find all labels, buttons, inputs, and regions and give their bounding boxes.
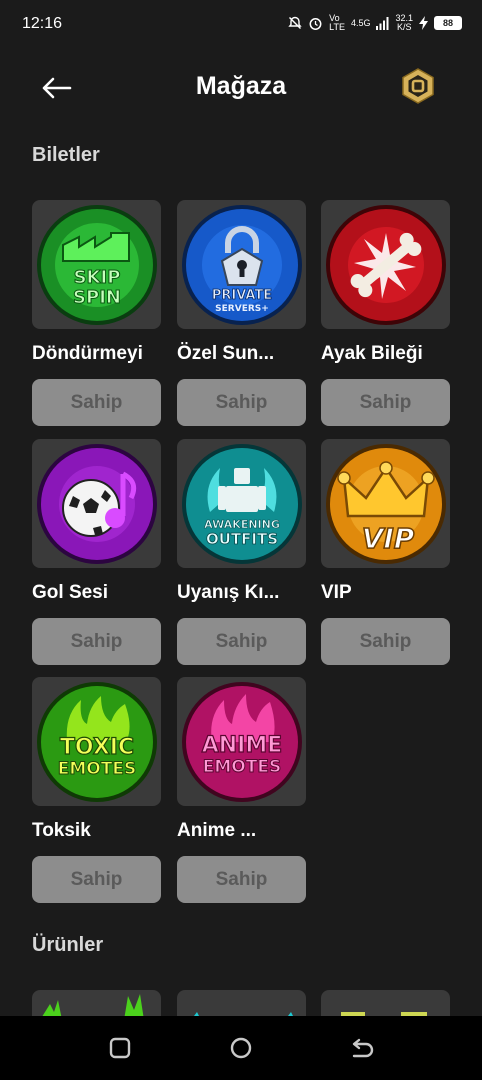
item-name: VIP xyxy=(321,582,352,603)
home-button[interactable] xyxy=(227,1034,255,1062)
item-thumbnail[interactable]: SKIP SPIN xyxy=(32,200,161,329)
owned-button[interactable]: Sahip xyxy=(177,379,306,426)
mute-notification-icon xyxy=(288,16,302,29)
status-time: 12:16 xyxy=(22,15,63,32)
toxic-emotes-icon: TOXIC EMOTES xyxy=(36,681,157,802)
art-text-1: VIP xyxy=(361,522,414,555)
recents-button[interactable] xyxy=(106,1034,134,1062)
anime-emotes-icon: ANIME EMOTES xyxy=(181,681,302,802)
home-circle-icon xyxy=(230,1037,252,1059)
nav-back-icon xyxy=(352,1038,374,1058)
system-nav-bar xyxy=(0,1016,482,1080)
item-thumbnail[interactable] xyxy=(32,439,161,568)
item-name: Özel Sun... xyxy=(177,343,275,364)
header: Mağaza xyxy=(0,60,482,116)
robux-icon xyxy=(402,68,434,104)
broken-bone-icon xyxy=(325,204,446,325)
section-title-products: Ürünler xyxy=(32,934,104,956)
status-icons: Vo LTE 4.5G 32.1 K/S 88 xyxy=(288,14,462,32)
art-text-1: ANIME xyxy=(201,733,282,758)
charging-bolt-icon xyxy=(419,16,428,30)
item-name: Ayak Bileği xyxy=(321,343,423,364)
art-text-2: SPIN xyxy=(73,287,121,308)
owned-button[interactable]: Sahip xyxy=(321,618,450,665)
owned-button[interactable]: Sahip xyxy=(177,856,306,903)
alarm-icon xyxy=(309,17,322,30)
owned-button[interactable]: Sahip xyxy=(177,618,306,665)
art-text-2: OUTFITS xyxy=(205,530,277,548)
item-card[interactable]: VIP VIP Sahip xyxy=(321,439,451,665)
art-text-2: EMOTES xyxy=(57,759,135,779)
vip-crown-icon: VIP xyxy=(325,443,446,564)
item-card[interactable]: ANIME EMOTES Anime ... Sahip xyxy=(177,677,307,903)
goal-sound-icon xyxy=(36,443,157,564)
item-thumbnail[interactable]: TOXIC EMOTES xyxy=(32,677,161,806)
battery-indicator: 88 xyxy=(434,16,462,30)
section-title-tickets: Biletler xyxy=(32,144,100,166)
status-bar: 12:16 Vo LTE 4.5G 32.1 K/S 88 xyxy=(0,0,482,48)
item-card[interactable]: AWAKENING OUTFITS Uyanış Kı... Sahip xyxy=(177,439,307,665)
owned-button[interactable]: Sahip xyxy=(32,856,161,903)
item-thumbnail[interactable]: ANIME EMOTES xyxy=(177,677,306,806)
art-text-1: SKIP xyxy=(73,267,120,288)
item-card[interactable]: Ayak Bileği Sahip xyxy=(321,200,451,426)
item-name: Toksik xyxy=(32,820,91,841)
item-name: Anime ... xyxy=(177,820,257,841)
item-card[interactable]: SKIP SPIN Döndürmeyi Sahip xyxy=(32,200,162,426)
robux-button[interactable] xyxy=(398,66,438,106)
owned-button[interactable]: Sahip xyxy=(321,379,450,426)
item-name: Gol Sesi xyxy=(32,582,109,603)
private-servers-icon: PRIVATE SERVERS+ xyxy=(181,204,302,325)
item-card[interactable]: Gol Sesi Sahip xyxy=(32,439,162,665)
signal-label: 4.5G xyxy=(350,18,371,28)
art-text-1: PRIVATE xyxy=(211,288,271,303)
item-name: Döndürmeyi xyxy=(32,343,143,364)
network-type: Vo LTE xyxy=(329,13,345,32)
awakening-outfits-icon: AWAKENING OUTFITS xyxy=(181,443,302,564)
system-back-button[interactable] xyxy=(348,1034,376,1062)
skip-spin-icon: SKIP SPIN xyxy=(36,204,157,325)
item-thumbnail[interactable]: VIP xyxy=(321,439,450,568)
item-thumbnail[interactable]: PRIVATE SERVERS+ xyxy=(177,200,306,329)
item-name: Uyanış Kı... xyxy=(177,582,280,603)
speed-indicator: 32.1 K/S xyxy=(395,13,413,32)
owned-button[interactable]: Sahip xyxy=(32,379,161,426)
owned-button[interactable]: Sahip xyxy=(32,618,161,665)
item-card[interactable]: PRIVATE SERVERS+ Özel Sun... Sahip xyxy=(177,200,307,426)
recents-square-icon xyxy=(109,1037,131,1059)
art-text-2: EMOTES xyxy=(202,757,280,777)
art-text-1: TOXIC xyxy=(59,735,133,760)
item-thumbnail[interactable] xyxy=(321,200,450,329)
art-text-2: SERVERS+ xyxy=(215,304,269,314)
item-thumbnail[interactable]: AWAKENING OUTFITS xyxy=(177,439,306,568)
signal-icon xyxy=(376,16,389,30)
item-card[interactable]: TOXIC EMOTES Toksik Sahip xyxy=(32,677,162,903)
